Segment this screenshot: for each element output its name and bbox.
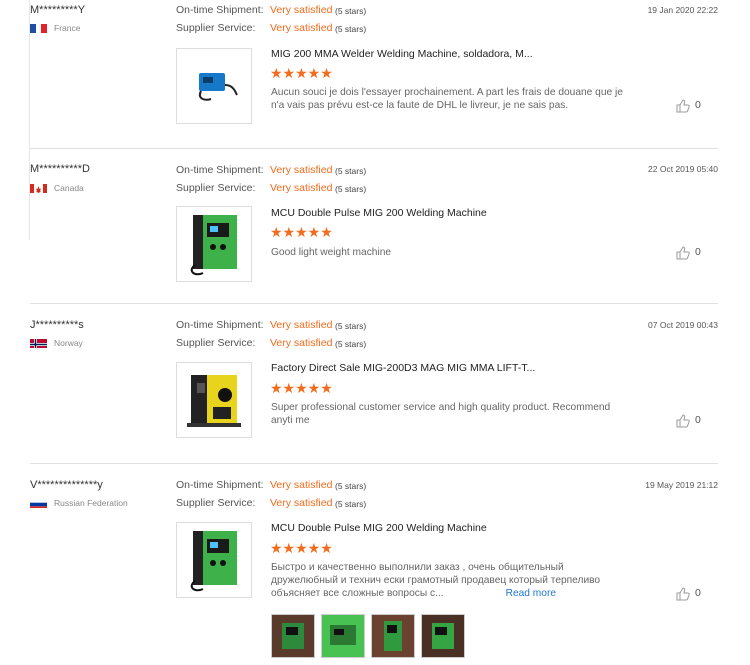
thumbs-up-icon[interactable]	[676, 414, 690, 428]
service-stars: (5 stars)	[335, 339, 367, 349]
reviewer-name: V**************y	[30, 479, 103, 491]
review-divider	[30, 463, 718, 464]
shipment-label: On-time Shipment:	[176, 319, 264, 331]
shipment-stars: (5 stars)	[335, 481, 367, 491]
like-count: 0	[695, 414, 701, 426]
read-more-link[interactable]: Read more	[506, 588, 556, 599]
review-date: 19 Jan 2020 22:22	[647, 5, 718, 15]
product-title[interactable]: MIG 200 MMA Welder Welding Machine, sold…	[271, 48, 533, 60]
service-rating: Very satisfied	[270, 22, 333, 34]
flag-norway-icon	[30, 337, 47, 348]
shipment-label: On-time Shipment:	[176, 164, 264, 176]
review-text: Aucun souci je dois l'essayer prochainem…	[271, 87, 623, 111]
service-rating: Very satisfied	[270, 182, 333, 194]
product-title[interactable]: Factory Direct Sale MIG-200D3 MAG MIG MM…	[271, 362, 535, 374]
service-rating: Very satisfied	[270, 497, 333, 509]
product-thumbnail[interactable]	[176, 48, 252, 124]
review-text: Super professional customer service and …	[271, 402, 611, 426]
service-stars: (5 stars)	[335, 24, 367, 34]
service-stars: (5 stars)	[335, 184, 367, 194]
flag-canada-icon	[30, 182, 47, 193]
like-count: 0	[695, 99, 701, 111]
reviewer-country: Norway	[54, 338, 83, 348]
service-label: Supplier Service:	[176, 22, 256, 34]
product-thumbnail[interactable]	[176, 362, 252, 438]
reviewer-country: Canada	[54, 183, 84, 193]
reviewer-name: M**********D	[30, 163, 90, 175]
review-photo[interactable]	[321, 614, 365, 658]
review-text: Good light weight machine	[271, 247, 392, 258]
service-label: Supplier Service:	[176, 497, 256, 509]
review-date: 19 May 2019 21:12	[645, 480, 718, 490]
thumbs-up-icon[interactable]	[676, 246, 690, 260]
thumbs-up-icon[interactable]	[676, 99, 690, 113]
flag-russia-icon	[30, 497, 47, 508]
flag-france-icon	[30, 22, 47, 33]
review-photo[interactable]	[421, 614, 465, 658]
shipment-rating: Very satisfied	[270, 4, 333, 16]
reviewer-country: France	[54, 23, 81, 33]
review-date: 07 Oct 2019 00:43	[648, 320, 718, 330]
product-rating-stars: ★★★★★	[270, 540, 333, 556]
review-photo[interactable]	[371, 614, 415, 658]
product-rating-stars: ★★★★★	[270, 224, 333, 240]
review-text: Быстро и качественно выполнили заказ , о…	[271, 561, 633, 600]
service-rating: Very satisfied	[270, 337, 333, 349]
product-thumbnail[interactable]	[176, 522, 252, 598]
left-divider	[29, 0, 30, 240]
product-thumbnail[interactable]	[176, 206, 252, 282]
shipment-label: On-time Shipment:	[176, 4, 264, 16]
service-label: Supplier Service:	[176, 337, 256, 349]
shipment-rating: Very satisfied	[270, 319, 333, 331]
shipment-rating: Very satisfied	[270, 479, 333, 491]
thumbs-up-icon[interactable]	[676, 587, 690, 601]
reviewer-name: M*********Y	[30, 4, 86, 16]
like-count: 0	[695, 246, 701, 258]
shipment-rating: Very satisfied	[270, 164, 333, 176]
product-rating-stars: ★★★★★	[270, 65, 333, 81]
reviewer-country: Russian Federation	[54, 498, 128, 508]
review-divider	[30, 303, 718, 304]
product-title[interactable]: MCU Double Pulse MIG 200 Welding Machine	[271, 207, 487, 219]
service-stars: (5 stars)	[335, 499, 367, 509]
service-label: Supplier Service:	[176, 182, 256, 194]
review-divider	[30, 148, 718, 149]
shipment-stars: (5 stars)	[335, 321, 367, 331]
product-title[interactable]: MCU Double Pulse MIG 200 Welding Machine	[271, 522, 487, 534]
shipment-stars: (5 stars)	[335, 166, 367, 176]
shipment-label: On-time Shipment:	[176, 479, 264, 491]
like-count: 0	[695, 587, 701, 599]
review-date: 22 Oct 2019 05:40	[648, 164, 718, 174]
product-rating-stars: ★★★★★	[270, 380, 333, 396]
review-photo[interactable]	[271, 614, 315, 658]
shipment-stars: (5 stars)	[335, 6, 367, 16]
reviewer-name: J**********s	[30, 319, 84, 331]
